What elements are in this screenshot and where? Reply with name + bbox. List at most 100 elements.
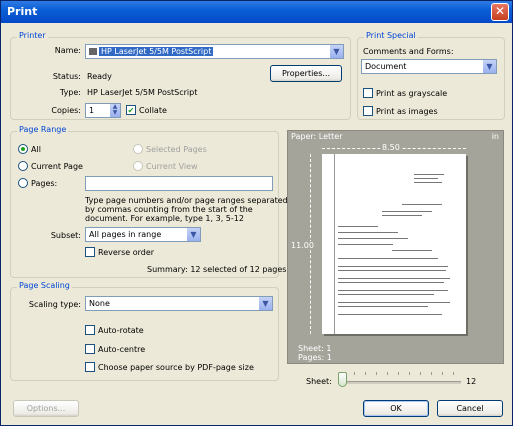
printer-icon [89, 48, 97, 55]
window-title: Print [7, 5, 38, 18]
all-pages-label: All [31, 145, 41, 154]
preview-text-line [338, 270, 446, 271]
preview-text-line [338, 306, 428, 307]
current-page-radio[interactable] [18, 161, 28, 171]
comments-forms-value: Document [365, 62, 407, 71]
preview-text-line [338, 226, 378, 227]
collate-checkbox[interactable]: ✔ [126, 105, 136, 115]
comments-forms-select[interactable]: Document ▼ [361, 59, 497, 74]
current-page-label: Current Page [31, 162, 83, 171]
width-dimension-label: 8.50 [380, 143, 402, 152]
preview-page [322, 154, 466, 334]
printer-name-select[interactable]: HP LaserJet 5/5M PostScript ▼ [85, 44, 344, 59]
chevron-down-icon[interactable]: ▼ [259, 297, 272, 310]
subset-label: Subset: [50, 231, 81, 240]
chevron-down-icon[interactable]: ▼ [483, 60, 496, 73]
all-pages-radio[interactable] [18, 144, 28, 154]
selected-pages-radio[interactable] [133, 144, 143, 154]
comments-forms-label: Comments and Forms: [363, 47, 454, 56]
preview-text-line [338, 278, 450, 279]
print-images-checkbox[interactable] [363, 106, 373, 116]
options-button[interactable]: Options... [13, 400, 79, 417]
preview-text-line [338, 244, 393, 245]
print-special-group-title: Print Special [364, 31, 418, 40]
paper-source-checkbox[interactable] [85, 362, 95, 372]
chevron-down-icon[interactable]: ▼ [330, 45, 343, 58]
sheet-slider-max: 12 [466, 377, 477, 386]
status-label: Status: [52, 72, 81, 81]
current-view-label: Current View [146, 162, 198, 171]
preview-text-line [414, 174, 444, 175]
collate-label: Collate [139, 106, 167, 115]
preview-text-line [414, 182, 442, 183]
preview-text-line [392, 250, 432, 251]
copies-input[interactable]: 1 ▲ ▼ [85, 103, 121, 118]
preview-text-line [338, 302, 450, 303]
preview-text-line [338, 266, 448, 267]
status-value: Ready [87, 72, 112, 81]
copies-label: Copies: [51, 106, 81, 115]
print-preview: Paper: Letter in 8.50 11.00 Sheet: 1 Pag… [287, 130, 504, 364]
selected-pages-label: Selected Pages [146, 145, 207, 154]
preview-text-line [402, 204, 442, 205]
subset-value: All pages in range [89, 230, 162, 239]
print-grayscale-checkbox[interactable] [363, 88, 373, 98]
cancel-button[interactable]: Cancel [437, 400, 503, 417]
sheet-slider-track[interactable] [341, 381, 461, 384]
pages-input[interactable] [85, 176, 273, 191]
slider-tick [453, 372, 454, 375]
preview-text-line [382, 215, 422, 216]
print-images-label: Print as images [376, 107, 438, 116]
copies-value: 1 [89, 106, 95, 115]
auto-rotate-label: Auto-rotate [98, 326, 144, 335]
chevron-down-icon[interactable]: ▼ [187, 228, 200, 241]
reverse-order-label: Reverse order [98, 248, 155, 257]
preview-text-line [338, 294, 434, 295]
close-button[interactable]: ✕ [491, 3, 509, 21]
slider-tick [354, 372, 355, 375]
slider-tick [387, 372, 388, 375]
auto-centre-checkbox[interactable] [85, 344, 95, 354]
properties-button[interactable]: Properties... [270, 65, 342, 82]
sheet-slider-thumb[interactable] [338, 372, 347, 387]
printer-group-title: Printer [17, 31, 48, 40]
page-range-help-line-3: document. For example, type 1, 3, 5-12 [85, 214, 244, 223]
preview-text-line [338, 314, 442, 315]
unit-label: in [491, 132, 499, 141]
auto-rotate-checkbox[interactable] [85, 325, 95, 335]
print-grayscale-label: Print as grayscale [376, 89, 448, 98]
slider-tick [442, 372, 443, 375]
preview-text-line [338, 290, 448, 291]
page-range-group-title: Page Range [17, 125, 69, 134]
pages-radio[interactable] [18, 178, 28, 188]
preview-text-line [382, 211, 432, 212]
reverse-order-checkbox[interactable] [85, 247, 95, 257]
preview-text-line [338, 258, 438, 259]
type-value: HP LaserJet 5/5M PostScript [87, 88, 198, 97]
preview-sheet-info: Sheet: 1 [298, 344, 332, 353]
copies-spinner[interactable]: ▲ ▼ [110, 104, 120, 117]
subset-select[interactable]: All pages in range ▼ [85, 227, 201, 242]
current-view-radio[interactable] [133, 161, 143, 171]
scaling-type-select[interactable]: None ▼ [85, 296, 273, 311]
pages-label: Pages: [31, 179, 58, 188]
preview-text-line [338, 232, 398, 233]
type-label: Type: [59, 88, 81, 97]
slider-tick [409, 372, 410, 375]
page-scaling-group-title: Page Scaling [17, 281, 72, 290]
printer-name-label: Name: [54, 46, 81, 55]
page-range-summary: Summary: 12 selected of 12 pages [147, 265, 287, 274]
page-range-help-line-1: Type page numbers and/or page ranges sep… [85, 196, 288, 205]
sheet-slider-label: Sheet: [306, 377, 332, 386]
slider-tick [420, 372, 421, 375]
paper-size-label: Paper: Letter [291, 132, 343, 141]
page-range-help-line-2: by commas counting from the start of the [85, 205, 253, 214]
scaling-type-label: Scaling type: [28, 300, 81, 309]
title-bar[interactable]: Print ✕ [1, 1, 512, 23]
scaling-type-value: None [89, 299, 110, 308]
preview-page-info: Pages: 1 [298, 353, 332, 362]
print-dialog: Print ✕ Printer Name: HP LaserJet 5/5M P… [0, 0, 513, 426]
slider-tick [365, 372, 366, 375]
ok-button[interactable]: OK [363, 400, 429, 417]
preview-text-line [338, 238, 408, 239]
